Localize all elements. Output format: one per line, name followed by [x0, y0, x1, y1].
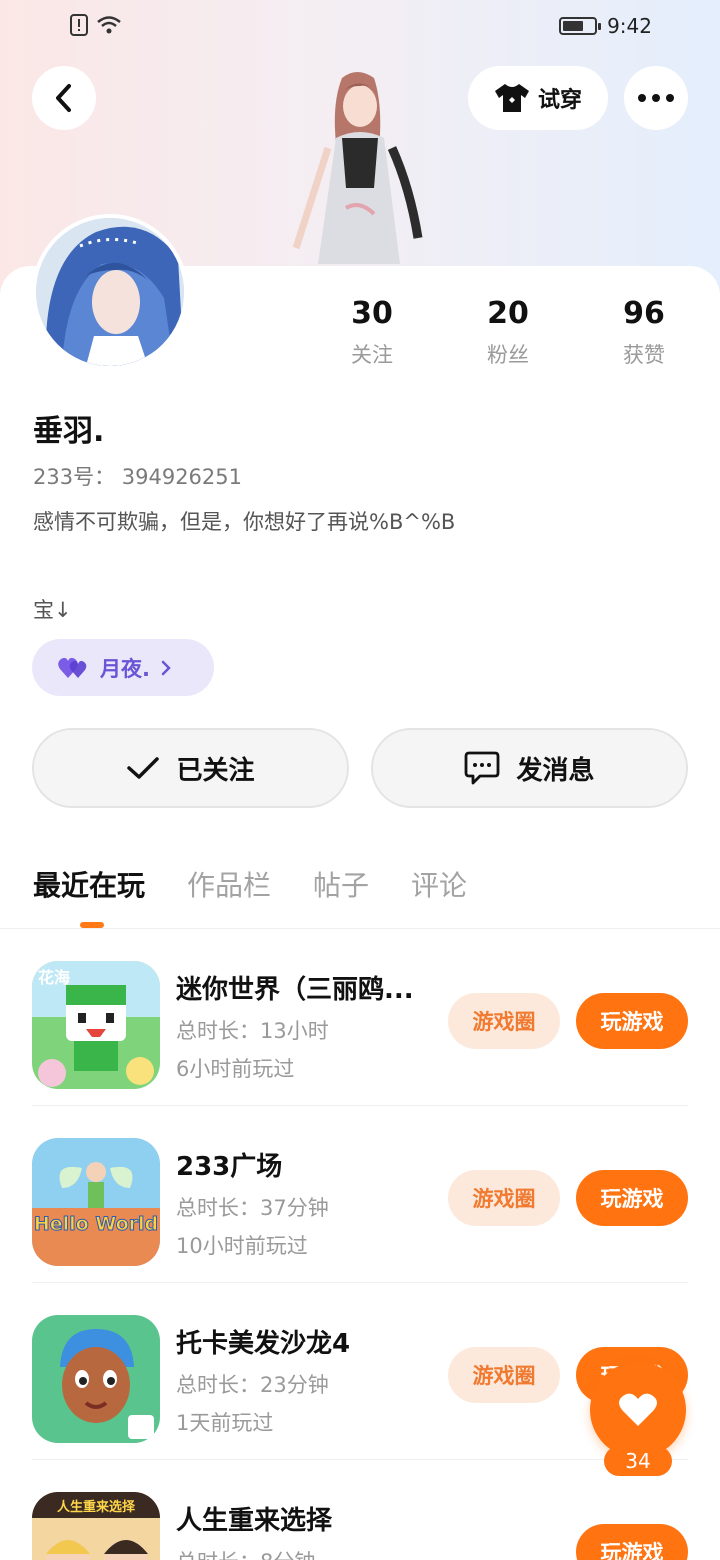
tab-posts[interactable]: 帖子: [313, 864, 369, 904]
chat-bubble-icon: [465, 751, 500, 785]
game-icon-toca-hair-salon[interactable]: [32, 1315, 160, 1443]
relationship-tag[interactable]: 月夜.: [32, 639, 214, 696]
avatar-character-image: [282, 68, 432, 268]
battery-icon: [559, 17, 602, 35]
send-message-label: 发消息: [516, 755, 595, 786]
game-row[interactable]: Hello World 233广场 总时长：37分钟 10小时前玩过 游戏圈 玩…: [0, 1106, 720, 1283]
game-row[interactable]: 花海 迷你世界（三丽鸥... 总时长：13小时 6小时前玩过 游戏圈 玩游戏: [0, 929, 720, 1106]
game-icon-text: 花海: [38, 968, 70, 987]
game-icon-mini-world[interactable]: 花海: [32, 961, 160, 1089]
stat-likes[interactable]: 96 获赞: [584, 296, 704, 369]
game-title: 233广场: [176, 1152, 283, 1182]
profile-nickname: 垂羽.: [33, 414, 105, 449]
stat-fans[interactable]: 20 粉丝: [448, 296, 568, 369]
stat-fans-value: 20: [487, 296, 529, 331]
wifi-icon: [97, 16, 121, 34]
status-time: 9:42: [607, 14, 652, 38]
status-bar: 9:42: [0, 0, 720, 54]
stat-fans-label: 粉丝: [487, 343, 529, 367]
try-on-label: 试穿: [537, 88, 582, 113]
game-duration: 总时长：8分钟: [176, 1546, 315, 1560]
game-last-played: 10小时前玩过: [176, 1234, 308, 1258]
play-game-button[interactable]: 玩游戏: [576, 1524, 688, 1560]
tab-recently-played[interactable]: 最近在玩: [33, 864, 145, 904]
game-duration: 总时长：23分钟: [176, 1373, 329, 1397]
profile-bio: 感情不可欺骗，但是，你想好了再说%B^%B: [33, 510, 456, 534]
profile-tabs: 最近在玩 作品栏 帖子 评论: [33, 864, 467, 904]
send-message-button[interactable]: 发消息: [371, 728, 688, 808]
game-title: 托卡美发沙龙4: [176, 1329, 351, 1359]
like-count-badge: 34: [604, 1446, 672, 1476]
heart-icon: [619, 1393, 657, 1426]
stat-likes-value: 96: [623, 296, 665, 331]
play-game-button[interactable]: 玩游戏: [576, 1170, 688, 1226]
double-heart-icon: [58, 657, 87, 678]
following-button-label: 已关注: [176, 755, 255, 786]
game-duration: 总时长：37分钟: [176, 1196, 329, 1220]
game-icon-life-choices[interactable]: 人生重来选择: [32, 1492, 160, 1560]
profile-uid[interactable]: 233号： 394926251: [33, 461, 242, 491]
try-on-button[interactable]: 试穿: [468, 66, 608, 130]
chevron-right-icon: [161, 660, 171, 675]
game-circle-button[interactable]: 游戏圈: [448, 1347, 560, 1403]
tab-comments[interactable]: 评论: [411, 864, 467, 904]
check-icon: [127, 757, 160, 779]
game-circle-button[interactable]: 游戏圈: [448, 993, 560, 1049]
game-duration: 总时长：13小时: [176, 1019, 329, 1043]
more-options-button[interactable]: [624, 66, 688, 130]
game-icon-text: Hello World: [34, 1213, 158, 1235]
game-title: 人生重来选择: [176, 1506, 333, 1536]
like-floating-button[interactable]: [590, 1362, 686, 1458]
game-icon-233-plaza[interactable]: Hello World: [32, 1138, 160, 1266]
game-last-played: 1天前玩过: [176, 1411, 274, 1435]
game-icon-text: 人生重来选择: [57, 1499, 136, 1515]
more-dots-icon: [638, 94, 674, 102]
tshirt-icon: [494, 84, 529, 112]
game-title: 迷你世界（三丽鸥...: [176, 975, 414, 1005]
game-last-played: 6小时前玩过: [176, 1057, 295, 1081]
profile-bio-line2: 宝↓: [33, 598, 72, 622]
play-game-button[interactable]: 玩游戏: [576, 993, 688, 1049]
game-row[interactable]: 人生重来选择 人生重来选择 总时长：8分钟 玩游戏: [0, 1460, 720, 1560]
profile-avatar[interactable]: [32, 214, 188, 370]
game-circle-button[interactable]: 游戏圈: [448, 1170, 560, 1226]
relationship-tag-label: 月夜.: [100, 656, 150, 681]
back-button[interactable]: [32, 66, 96, 130]
stat-following[interactable]: 30 关注: [312, 296, 432, 369]
chevron-left-icon: [56, 84, 71, 112]
following-button[interactable]: 已关注: [32, 728, 349, 808]
alert-icon: [70, 14, 88, 36]
tab-works[interactable]: 作品栏: [187, 864, 271, 904]
stat-likes-label: 获赞: [623, 343, 665, 367]
stat-following-value: 30: [351, 296, 393, 331]
stat-following-label: 关注: [351, 343, 393, 367]
